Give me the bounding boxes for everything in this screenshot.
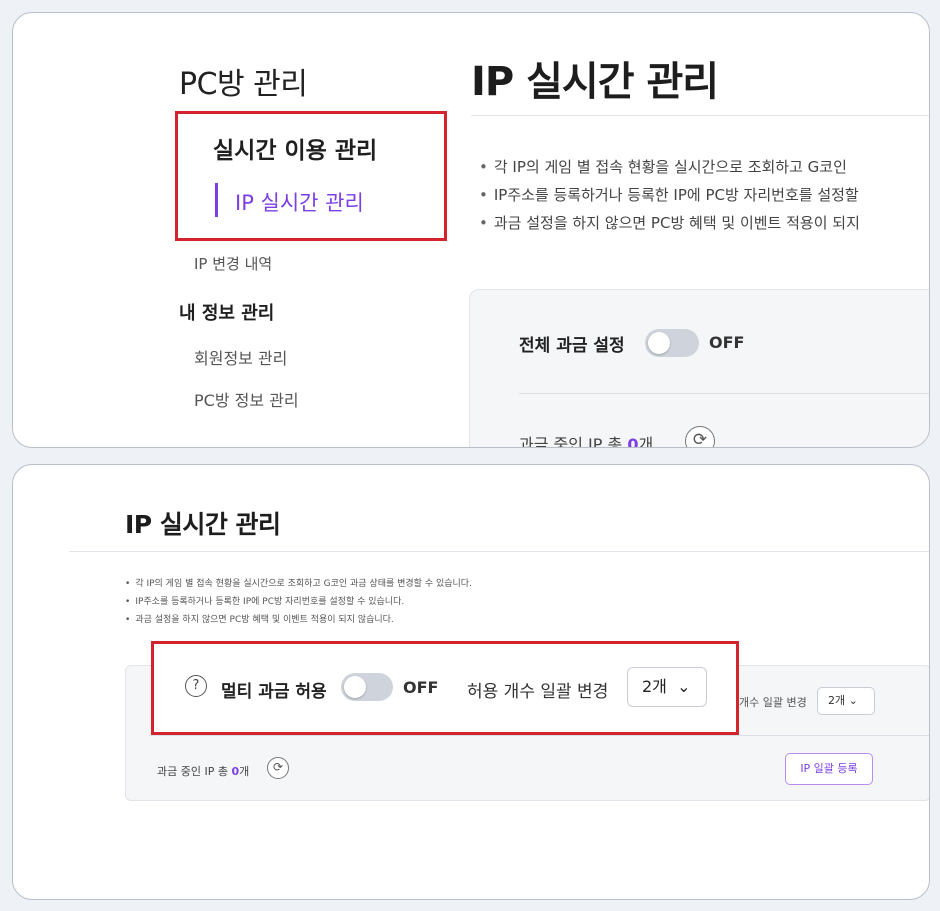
count-prefix: 과금 중인 IP 총 (157, 765, 232, 778)
refresh-icon[interactable]: ⟳ (685, 426, 715, 447)
refresh-icon[interactable]: ⟳ (267, 757, 289, 779)
toggle-knob (344, 676, 366, 698)
allow-count-label-small: 개수 일괄 변경 (739, 696, 807, 709)
ip-bulk-register-button[interactable]: IP 일괄 등록 (785, 753, 873, 785)
divider (149, 735, 929, 736)
sidebar-section-realtime[interactable]: 실시간 이용 관리 (213, 131, 377, 165)
sidebar-item-ip-realtime[interactable]: IP 실시간 관리 (235, 187, 364, 217)
question-circle-icon[interactable]: ? (185, 675, 207, 697)
charging-ip-count: 과금 중인 IP 총 0개 (519, 431, 654, 448)
select-value: 2개 (642, 677, 667, 696)
sidebar-title: PC방 관리 (179, 67, 308, 102)
count-prefix: 과금 중인 IP 총 (519, 435, 628, 448)
bottom-screenshot-card: IP 실시간 관리 각 IP의 게임 별 접속 현황을 실시간으로 조회하고 G… (12, 464, 930, 900)
chevron-down-icon: ⌄ (848, 694, 858, 707)
multi-charge-label: 멀티 과금 허용 (221, 682, 327, 702)
notice-item: IP주소를 등록하거나 등록한 IP에 PC방 자리번호를 설정할 (479, 181, 929, 209)
chevron-down-icon: ⌄ (677, 677, 691, 696)
notice-item: 과금 설정을 하지 않으면 PC방 혜택 및 이벤트 적용이 되지 않습니다. (125, 611, 472, 629)
divider (519, 393, 929, 394)
active-indicator (215, 183, 218, 217)
charge-toggle[interactable] (645, 329, 699, 357)
sidebar-item-pcbang[interactable]: PC방 정보 관리 (194, 387, 299, 411)
count-suffix: 개 (239, 765, 250, 778)
toggle-knob (648, 332, 670, 354)
allow-count-select-small[interactable]: 2개 ⌄ (817, 687, 875, 715)
allow-count-select[interactable]: 2개 ⌄ (627, 667, 707, 707)
top-screenshot-card: PC방 관리 실시간 이용 관리 IP 실시간 관리 IP 변경 내역 내 정보… (12, 12, 930, 448)
notice-item: 각 IP의 게임 별 접속 현황을 실시간으로 조회하고 G코인 (479, 153, 929, 181)
settings-panel (469, 289, 929, 447)
charging-ip-count: 과금 중인 IP 총 0개 (157, 763, 249, 779)
charge-setting-label: 전체 과금 설정 (519, 336, 625, 356)
page-title: IP 실시간 관리 (471, 59, 719, 105)
count-value: 0 (627, 435, 639, 448)
sidebar-item-ip-change[interactable]: IP 변경 내역 (194, 253, 272, 274)
multi-charge-state: OFF (403, 678, 439, 697)
divider (69, 551, 929, 552)
count-value: 0 (231, 765, 240, 778)
divider (471, 115, 929, 116)
notice-item: IP주소를 등록하거나 등록한 IP에 PC방 자리번호를 설정할 수 있습니다… (125, 593, 472, 611)
select-value: 2개 (828, 694, 846, 707)
allow-count-label: 허용 개수 일괄 변경 (467, 682, 609, 702)
charge-toggle-state: OFF (709, 333, 745, 352)
sidebar-item-member[interactable]: 회원정보 관리 (194, 345, 287, 369)
notice-item: 각 IP의 게임 별 접속 현황을 실시간으로 조회하고 G코인 과금 상태를 … (125, 575, 472, 593)
notice-item: 과금 설정을 하지 않으면 PC방 혜택 및 이벤트 적용이 되지 (479, 209, 929, 237)
notice-list: 각 IP의 게임 별 접속 현황을 실시간으로 조회하고 G코인 IP주소를 등… (479, 153, 929, 237)
count-suffix: 개 (638, 435, 654, 448)
page-title: IP 실시간 관리 (125, 510, 281, 539)
sidebar-section-myinfo[interactable]: 내 정보 관리 (179, 299, 274, 325)
multi-charge-toggle[interactable] (341, 673, 393, 701)
notice-list: 각 IP의 게임 별 접속 현황을 실시간으로 조회하고 G코인 과금 상태를 … (125, 575, 472, 629)
